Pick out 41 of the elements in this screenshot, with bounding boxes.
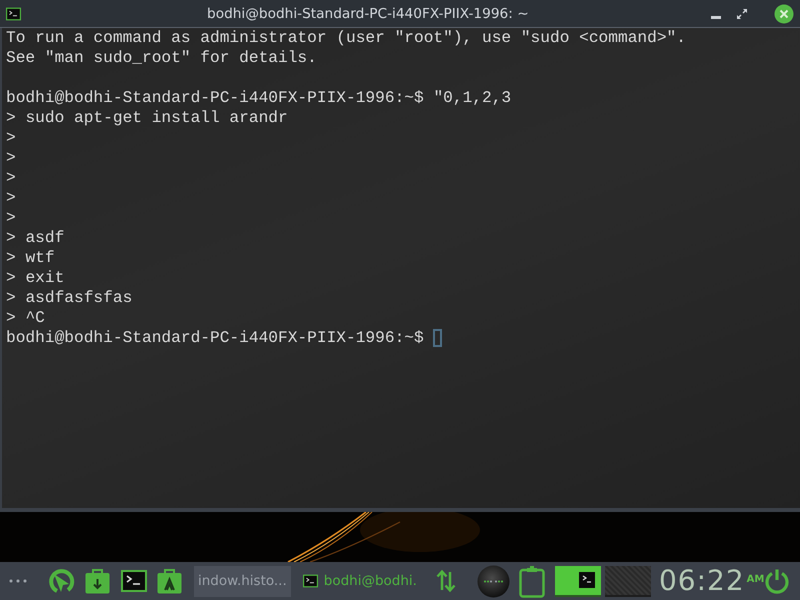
command-text: "0,1,2,3 xyxy=(433,88,512,108)
continuation-prompt: > xyxy=(6,288,16,308)
clipboard-icon[interactable] xyxy=(518,564,545,598)
continuation-prompt: > xyxy=(6,188,16,208)
continuation-prompt: > xyxy=(6,268,16,288)
continuation-prompt: > xyxy=(6,228,16,248)
window-title: bodhi@bodhi-Standard-PC-i440FX-PIIX-1996: ~ xyxy=(207,6,529,22)
bag-icon[interactable] xyxy=(157,568,182,594)
workspace-button[interactable] xyxy=(554,566,601,596)
continuation-prompt: > xyxy=(6,108,16,128)
command-text: asdfasfsfas xyxy=(25,288,132,308)
continuation-prompt: > xyxy=(6,308,16,328)
maximize-icon[interactable] xyxy=(736,8,748,20)
command-text: wtf xyxy=(25,248,55,268)
continuation-prompt: > xyxy=(6,248,16,268)
terminal-icon[interactable] xyxy=(6,6,21,20)
command-text: ^C xyxy=(25,308,45,328)
output-text: See "man sudo_root" for details. xyxy=(6,48,317,68)
disc-icon[interactable] xyxy=(476,564,510,598)
terminal-icon[interactable] xyxy=(121,570,147,592)
output-text: To run a command as administrator (user "root"), use "sudo <command>". xyxy=(6,28,686,48)
clock-period: AM xyxy=(746,574,764,586)
shell-prompt: bodhi@bodhi-Standard-PC-i440FX-PIIX-1996:~$ xyxy=(6,88,424,108)
terminal-icon xyxy=(302,574,318,588)
command-text: sudo apt-get install arandr xyxy=(25,108,288,128)
power-icon[interactable] xyxy=(764,568,790,594)
continuation-prompt: > xyxy=(6,208,16,228)
ring-arrow-icon[interactable] xyxy=(48,566,75,596)
close-icon[interactable] xyxy=(774,4,794,24)
taskbar-button[interactable]: bodhi@bodhi. xyxy=(298,566,421,596)
clock-time: 06:22 xyxy=(658,565,745,597)
continuation-prompt: > xyxy=(6,128,16,148)
command-text: exit xyxy=(25,268,64,288)
more-icon[interactable] xyxy=(8,578,28,584)
continuation-prompt: > xyxy=(6,148,16,168)
shell-prompt: bodhi@bodhi-Standard-PC-i440FX-PIIX-1996:~$ xyxy=(6,328,424,348)
taskbar-button[interactable]: indow.histo... xyxy=(194,566,291,596)
command-text: asdf xyxy=(25,228,64,248)
up-down-arrows-icon[interactable] xyxy=(434,568,457,594)
continuation-prompt: > xyxy=(6,168,16,188)
bag-download-icon[interactable] xyxy=(85,568,110,594)
